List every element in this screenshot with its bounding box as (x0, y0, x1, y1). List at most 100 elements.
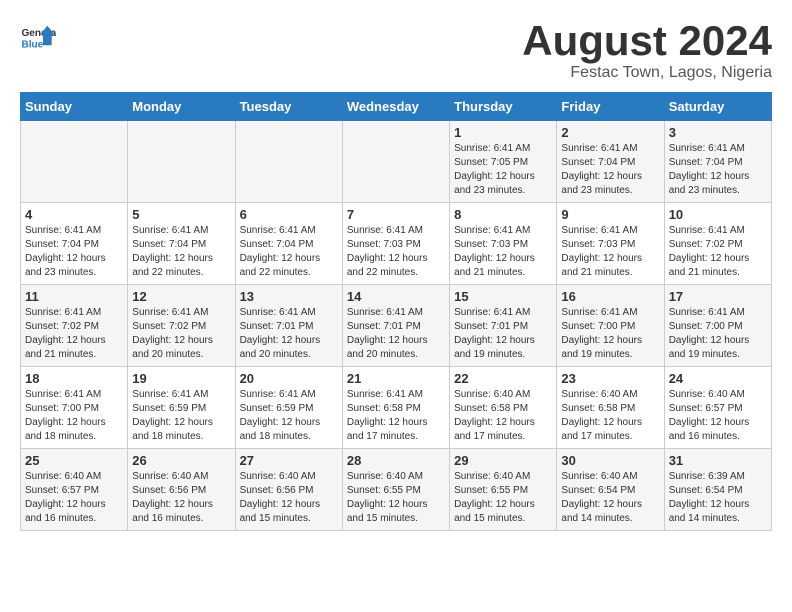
calendar-cell: 31 Sunrise: 6:39 AM Sunset: 6:54 PM Dayli… (664, 449, 771, 531)
col-header-wednesday: Wednesday (342, 93, 449, 121)
calendar-cell: 5Sunrise: 6:41 AM Sunset: 7:04 PM Daylig… (128, 203, 235, 285)
day-info: Sunrise: 6:41 AM Sunset: 7:04 PM Dayligh… (240, 224, 338, 280)
week-row-2: 4 Sunrise: 6:41 AM Sunset: 7:04 PM Daylig… (21, 203, 772, 285)
day-number: 18 (25, 371, 123, 386)
calendar-cell (235, 121, 342, 203)
day-info: Sunrise: 6:41 AM Sunset: 7:00 PM Dayligh… (25, 388, 123, 444)
day-info: Sunrise: 6:41 AM Sunset: 7:04 PM Dayligh… (25, 224, 123, 280)
week-row-5: 25Sunrise: 6:40 AM Sunset: 6:57 PM Dayli… (21, 449, 772, 531)
day-info: Sunrise: 6:41 AM Sunset: 7:01 PM Dayligh… (454, 306, 552, 362)
calendar-cell: 7Sunrise: 6:41 AM Sunset: 7:03 PM Daylig… (342, 203, 449, 285)
day-info: Sunrise: 6:41 AM Sunset: 7:00 PM Dayligh… (669, 306, 767, 362)
day-number: 3 (669, 125, 767, 140)
day-number: 6 (240, 207, 338, 222)
day-number: 23 (561, 371, 659, 386)
day-info: Sunrise: 6:41 AM Sunset: 6:59 PM Dayligh… (132, 388, 230, 444)
header-row: SundayMondayTuesdayWednesdayThursdayFrid… (21, 93, 772, 121)
calendar-cell: 26Sunrise: 6:40 AM Sunset: 6:56 PM Dayli… (128, 449, 235, 531)
day-number: 19 (132, 371, 230, 386)
day-number: 22 (454, 371, 552, 386)
calendar-cell: 17 Sunrise: 6:41 AM Sunset: 7:00 PM Dayli… (664, 285, 771, 367)
day-info: Sunrise: 6:40 AM Sunset: 6:54 PM Dayligh… (561, 470, 659, 526)
day-number: 17 (669, 289, 767, 304)
day-info: Sunrise: 6:41 AM Sunset: 7:02 PM Dayligh… (669, 224, 767, 280)
day-info: Sunrise: 6:41 AM Sunset: 7:03 PM Dayligh… (561, 224, 659, 280)
day-info: Sunrise: 6:41 AM Sunset: 7:02 PM Dayligh… (132, 306, 230, 362)
calendar-cell: 16 Sunrise: 6:41 AM Sunset: 7:00 PM Dayli… (557, 285, 664, 367)
day-info: Sunrise: 6:41 AM Sunset: 7:04 PM Dayligh… (561, 142, 659, 198)
day-info: Sunrise: 6:41 AM Sunset: 7:01 PM Dayligh… (240, 306, 338, 362)
day-number: 27 (240, 453, 338, 468)
logo-icon: General Blue (20, 20, 56, 56)
day-info: Sunrise: 6:41 AM Sunset: 7:05 PM Dayligh… (454, 142, 552, 198)
day-info: Sunrise: 6:40 AM Sunset: 6:58 PM Dayligh… (454, 388, 552, 444)
calendar-cell: 22 Sunrise: 6:40 AM Sunset: 6:58 PM Dayli… (450, 367, 557, 449)
col-header-tuesday: Tuesday (235, 93, 342, 121)
svg-text:Blue: Blue (21, 39, 43, 50)
day-info: Sunrise: 6:40 AM Sunset: 6:55 PM Dayligh… (347, 470, 445, 526)
calendar-cell: 3 Sunrise: 6:41 AM Sunset: 7:04 PM Daylig… (664, 121, 771, 203)
calendar-cell (128, 121, 235, 203)
day-number: 15 (454, 289, 552, 304)
day-number: 16 (561, 289, 659, 304)
calendar-cell (21, 121, 128, 203)
col-header-sunday: Sunday (21, 93, 128, 121)
day-number: 8 (454, 207, 552, 222)
day-number: 2 (561, 125, 659, 140)
day-info: Sunrise: 6:41 AM Sunset: 7:02 PM Dayligh… (25, 306, 123, 362)
day-number: 26 (132, 453, 230, 468)
calendar-cell: 21 Sunrise: 6:41 AM Sunset: 6:58 PM Dayli… (342, 367, 449, 449)
day-number: 20 (240, 371, 338, 386)
logo: General Blue (20, 20, 56, 56)
calendar-cell: 9 Sunrise: 6:41 AM Sunset: 7:03 PM Daylig… (557, 203, 664, 285)
col-header-thursday: Thursday (450, 93, 557, 121)
col-header-monday: Monday (128, 93, 235, 121)
day-info: Sunrise: 6:41 AM Sunset: 7:03 PM Dayligh… (454, 224, 552, 280)
calendar-cell: 6 Sunrise: 6:41 AM Sunset: 7:04 PM Daylig… (235, 203, 342, 285)
calendar-cell: 24Sunrise: 6:40 AM Sunset: 6:57 PM Dayli… (664, 367, 771, 449)
day-info: Sunrise: 6:40 AM Sunset: 6:57 PM Dayligh… (669, 388, 767, 444)
day-number: 1 (454, 125, 552, 140)
day-number: 21 (347, 371, 445, 386)
day-info: Sunrise: 6:41 AM Sunset: 6:58 PM Dayligh… (347, 388, 445, 444)
day-number: 7 (347, 207, 445, 222)
calendar-cell: 11Sunrise: 6:41 AM Sunset: 7:02 PM Dayli… (21, 285, 128, 367)
calendar-cell: 28 Sunrise: 6:40 AM Sunset: 6:55 PM Dayli… (342, 449, 449, 531)
col-header-friday: Friday (557, 93, 664, 121)
day-info: Sunrise: 6:40 AM Sunset: 6:57 PM Dayligh… (25, 470, 123, 526)
day-info: Sunrise: 6:41 AM Sunset: 7:04 PM Dayligh… (669, 142, 767, 198)
day-number: 10 (669, 207, 767, 222)
day-info: Sunrise: 6:40 AM Sunset: 6:58 PM Dayligh… (561, 388, 659, 444)
calendar-cell: 13 Sunrise: 6:41 AM Sunset: 7:01 PM Dayli… (235, 285, 342, 367)
day-info: Sunrise: 6:39 AM Sunset: 6:54 PM Dayligh… (669, 470, 767, 526)
location-subtitle: Festac Town, Lagos, Nigeria (522, 64, 772, 82)
day-info: Sunrise: 6:41 AM Sunset: 6:59 PM Dayligh… (240, 388, 338, 444)
day-number: 12 (132, 289, 230, 304)
day-info: Sunrise: 6:40 AM Sunset: 6:56 PM Dayligh… (240, 470, 338, 526)
day-number: 13 (240, 289, 338, 304)
month-title: August 2024 (522, 20, 772, 62)
calendar-cell: 4 Sunrise: 6:41 AM Sunset: 7:04 PM Daylig… (21, 203, 128, 285)
calendar-cell: 25Sunrise: 6:40 AM Sunset: 6:57 PM Dayli… (21, 449, 128, 531)
day-number: 28 (347, 453, 445, 468)
day-number: 4 (25, 207, 123, 222)
calendar-cell: 1 Sunrise: 6:41 AM Sunset: 7:05 PM Daylig… (450, 121, 557, 203)
calendar-cell: 2 Sunrise: 6:41 AM Sunset: 7:04 PM Daylig… (557, 121, 664, 203)
page-header: General Blue August 2024 Festac Town, La… (20, 20, 772, 82)
calendar-cell: 18 Sunrise: 6:41 AM Sunset: 7:00 PM Dayli… (21, 367, 128, 449)
day-info: Sunrise: 6:41 AM Sunset: 7:01 PM Dayligh… (347, 306, 445, 362)
day-number: 9 (561, 207, 659, 222)
calendar-cell: 14 Sunrise: 6:41 AM Sunset: 7:01 PM Dayli… (342, 285, 449, 367)
day-number: 31 (669, 453, 767, 468)
week-row-3: 11Sunrise: 6:41 AM Sunset: 7:02 PM Dayli… (21, 285, 772, 367)
calendar-cell: 10 Sunrise: 6:41 AM Sunset: 7:02 PM Dayli… (664, 203, 771, 285)
calendar-cell: 29Sunrise: 6:40 AM Sunset: 6:55 PM Dayli… (450, 449, 557, 531)
calendar-cell: 12 Sunrise: 6:41 AM Sunset: 7:02 PM Dayli… (128, 285, 235, 367)
day-info: Sunrise: 6:40 AM Sunset: 6:55 PM Dayligh… (454, 470, 552, 526)
day-number: 14 (347, 289, 445, 304)
week-row-4: 18 Sunrise: 6:41 AM Sunset: 7:00 PM Dayli… (21, 367, 772, 449)
day-info: Sunrise: 6:41 AM Sunset: 7:00 PM Dayligh… (561, 306, 659, 362)
calendar-cell: 15 Sunrise: 6:41 AM Sunset: 7:01 PM Dayli… (450, 285, 557, 367)
calendar-cell: 8 Sunrise: 6:41 AM Sunset: 7:03 PM Daylig… (450, 203, 557, 285)
calendar-cell: 20 Sunrise: 6:41 AM Sunset: 6:59 PM Dayli… (235, 367, 342, 449)
